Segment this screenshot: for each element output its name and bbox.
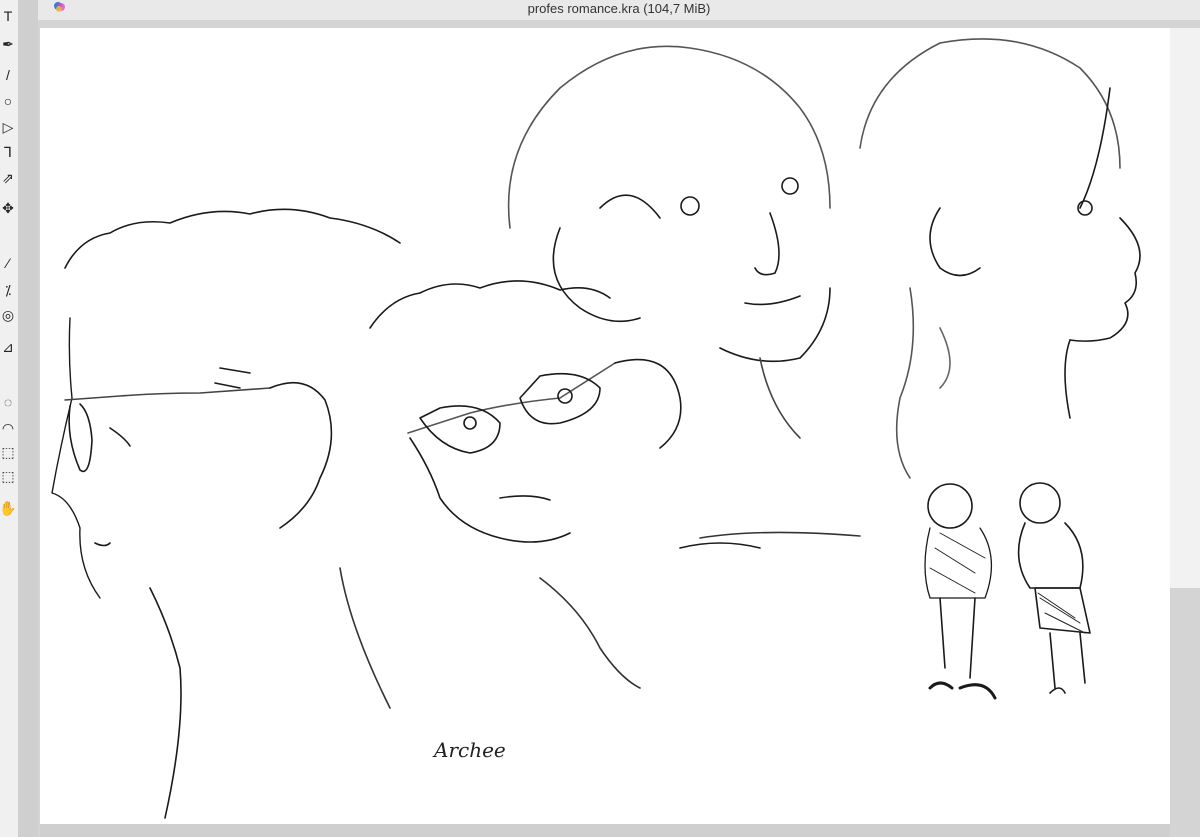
sketch-woman-face: [507, 45, 861, 539]
measure-tool-icon[interactable]: ⊿: [0, 337, 16, 357]
calligraphy-tool-icon[interactable]: ✒: [0, 34, 16, 54]
sketch-artwork: [51, 38, 1141, 819]
freehand-select-icon[interactable]: ◠: [0, 418, 16, 438]
text-tool-icon[interactable]: T: [0, 6, 16, 26]
vertical-scrollbar[interactable]: [1170, 28, 1200, 588]
sketch-man-glasses-profile: [51, 208, 401, 819]
smart-patch-icon[interactable]: ◎: [0, 305, 16, 325]
similar-select-icon[interactable]: ⬚: [0, 466, 16, 486]
bezier-tool-icon[interactable]: Ꞁ: [0, 142, 16, 162]
polygon-tool-icon[interactable]: ▷: [0, 117, 16, 137]
color-picker-icon[interactable]: ⁄: [0, 253, 16, 273]
drawing-canvas[interactable]: Archee: [40, 28, 1170, 824]
move-tool-icon[interactable]: ✥: [0, 198, 16, 218]
elliptical-select-icon[interactable]: ◌: [0, 392, 16, 412]
toolbox: T ✒ / ○ ▷ Ꞁ ⇗ ✥ ⁄ ⁒ ◎ ⊿ ◌ ◠ ⬚ ⬚ ✋: [0, 0, 18, 837]
contiguous-select-icon[interactable]: ⬚: [0, 442, 16, 462]
gradient-tool-icon[interactable]: ⁒: [0, 280, 16, 300]
line-tool-icon[interactable]: /: [0, 65, 16, 85]
artist-signature: Archee: [434, 738, 506, 762]
toolbox-divider: [18, 0, 38, 837]
pan-tool-icon[interactable]: ✋: [0, 498, 17, 518]
ellipse-tool-icon[interactable]: ○: [0, 91, 16, 111]
dynamic-brush-tool-icon[interactable]: ⇗: [0, 168, 16, 188]
document-title: profes romance.kra (104,7 MiB): [527, 1, 711, 16]
sketch-woman-profile: [859, 38, 1141, 479]
horizontal-scrollbar[interactable]: [40, 824, 1170, 837]
sketch-man-glasses-front: [369, 280, 761, 689]
sketch-small-figures: [924, 482, 1091, 700]
